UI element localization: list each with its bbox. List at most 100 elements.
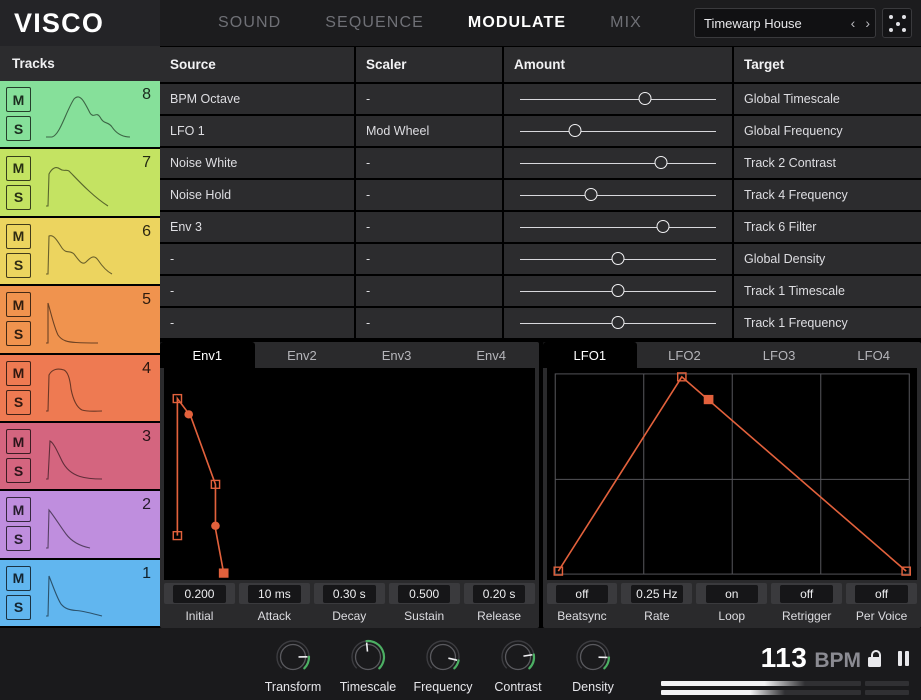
knob-frequency[interactable]: Frequency <box>418 635 468 694</box>
matrix-target-cell[interactable]: Track 6 Filter <box>734 212 921 242</box>
env-initial-field[interactable]: 0.200 <box>164 583 235 604</box>
matrix-source-cell[interactable]: Noise Hold <box>160 180 354 210</box>
knob-density[interactable]: Density <box>568 635 618 694</box>
mute-button-track-1[interactable]: M <box>6 566 31 591</box>
env-sustain-field[interactable]: 0.500 <box>389 583 460 604</box>
lfo-tab-lfo4[interactable]: LFO4 <box>826 342 921 368</box>
matrix-scaler-cell[interactable]: - <box>356 276 502 306</box>
matrix-target-cell[interactable]: Global Density <box>734 244 921 274</box>
solo-button-track-4[interactable]: S <box>6 390 31 415</box>
slider-handle[interactable] <box>568 124 581 137</box>
nav-item-sound[interactable]: SOUND <box>196 0 303 46</box>
track-row-7[interactable]: MS7 <box>0 149 160 217</box>
mute-button-track-6[interactable]: M <box>6 224 31 249</box>
dice-icon[interactable] <box>882 8 912 38</box>
track-row-8[interactable]: MS8 <box>0 81 160 149</box>
mute-button-track-5[interactable]: M <box>6 292 31 317</box>
solo-button-track-6[interactable]: S <box>6 253 31 278</box>
envelope-graph[interactable] <box>164 368 535 580</box>
track-row-1[interactable]: MS1 <box>0 560 160 628</box>
matrix-scaler-cell[interactable]: - <box>356 212 502 242</box>
matrix-scaler-cell[interactable]: - <box>356 244 502 274</box>
mute-button-track-8[interactable]: M <box>6 87 31 112</box>
mute-button-track-3[interactable]: M <box>6 429 31 454</box>
lfo-tab-lfo1[interactable]: LFO1 <box>543 342 638 368</box>
pause-icon[interactable] <box>898 651 909 666</box>
env-release-field[interactable]: 0.20 s <box>464 583 535 604</box>
matrix-source-cell[interactable]: - <box>160 276 354 306</box>
nav-item-mix[interactable]: MIX <box>588 0 664 46</box>
track-row-2[interactable]: MS2 <box>0 491 160 559</box>
matrix-source-cell[interactable]: Noise White <box>160 148 354 178</box>
track-row-6[interactable]: MS6 <box>0 218 160 286</box>
amount-slider[interactable] <box>504 244 732 274</box>
amount-slider[interactable] <box>504 180 732 210</box>
matrix-target-cell[interactable]: Track 1 Timescale <box>734 276 921 306</box>
solo-button-track-5[interactable]: S <box>6 321 31 346</box>
slider-handle[interactable] <box>612 316 625 329</box>
solo-button-track-3[interactable]: S <box>6 458 31 483</box>
mute-button-track-2[interactable]: M <box>6 497 31 522</box>
slider-handle[interactable] <box>584 188 597 201</box>
solo-button-track-1[interactable]: S <box>6 595 31 620</box>
matrix-scaler-cell[interactable]: Mod Wheel <box>356 116 502 146</box>
matrix-scaler-cell[interactable]: - <box>356 148 502 178</box>
matrix-scaler-cell[interactable]: - <box>356 84 502 114</box>
slider-handle[interactable] <box>655 156 668 169</box>
matrix-scaler-cell[interactable]: - <box>356 308 502 338</box>
amount-slider[interactable] <box>504 116 732 146</box>
solo-button-track-2[interactable]: S <box>6 526 31 551</box>
lfo-graph[interactable] <box>547 368 918 580</box>
chevron-left-icon[interactable]: ‹ <box>846 16 861 30</box>
matrix-source-cell[interactable]: LFO 1 <box>160 116 354 146</box>
slider-handle[interactable] <box>639 92 652 105</box>
preset-selector[interactable]: Timewarp House ‹ › <box>694 8 876 38</box>
matrix-target-cell[interactable]: Track 1 Frequency <box>734 308 921 338</box>
env-attack-field[interactable]: 10 ms <box>239 583 310 604</box>
matrix-source-cell[interactable]: Env 3 <box>160 212 354 242</box>
lfo-retrigger-field[interactable]: off <box>771 583 842 604</box>
track-row-3[interactable]: MS3 <box>0 423 160 491</box>
lfo-rate-field[interactable]: 0.25 Hz <box>621 583 692 604</box>
matrix-source-cell[interactable]: - <box>160 244 354 274</box>
matrix-target-cell[interactable]: Global Timescale <box>734 84 921 114</box>
track-row-5[interactable]: MS5 <box>0 286 160 354</box>
amount-slider[interactable] <box>504 212 732 242</box>
env-tab-env3[interactable]: Env3 <box>349 342 444 368</box>
env-tab-env4[interactable]: Env4 <box>444 342 539 368</box>
matrix-scaler-cell[interactable]: - <box>356 180 502 210</box>
track-row-4[interactable]: MS4 <box>0 355 160 423</box>
lfo-tab-lfo3[interactable]: LFO3 <box>732 342 827 368</box>
matrix-source-cell[interactable]: - <box>160 308 354 338</box>
unlocked-padlock-icon[interactable] <box>868 650 883 667</box>
env-tab-env1[interactable]: Env1 <box>160 342 255 368</box>
solo-button-track-7[interactable]: S <box>6 185 31 210</box>
amount-slider[interactable] <box>504 276 732 306</box>
solo-button-track-8[interactable]: S <box>6 116 31 141</box>
amount-slider[interactable] <box>504 148 732 178</box>
matrix-target-cell[interactable]: Track 4 Frequency <box>734 180 921 210</box>
slider-handle[interactable] <box>612 284 625 297</box>
lfo-beatsync-field[interactable]: off <box>547 583 618 604</box>
knob-transform[interactable]: Transform <box>268 635 318 694</box>
lfo-loop-field[interactable]: on <box>696 583 767 604</box>
matrix-source-cell[interactable]: BPM Octave <box>160 84 354 114</box>
amount-slider[interactable] <box>504 308 732 338</box>
matrix-target-cell[interactable]: Global Frequency <box>734 116 921 146</box>
amount-slider[interactable] <box>504 84 732 114</box>
knob-timescale[interactable]: Timescale <box>343 635 393 694</box>
env-tab-env2[interactable]: Env2 <box>255 342 350 368</box>
slider-handle[interactable] <box>612 252 625 265</box>
nav-item-sequence[interactable]: SEQUENCE <box>303 0 446 46</box>
mute-button-track-4[interactable]: M <box>6 361 31 386</box>
chevron-right-icon[interactable]: › <box>860 16 875 30</box>
slider-handle[interactable] <box>657 220 670 233</box>
knob-contrast[interactable]: Contrast <box>493 635 543 694</box>
nav-item-modulate[interactable]: MODULATE <box>446 0 588 46</box>
bpm-value[interactable]: 113 <box>761 642 808 674</box>
lfo-tab-lfo2[interactable]: LFO2 <box>637 342 732 368</box>
matrix-target-cell[interactable]: Track 2 Contrast <box>734 148 921 178</box>
env-decay-field[interactable]: 0.30 s <box>314 583 385 604</box>
lfo-per-voice-field[interactable]: off <box>846 583 917 604</box>
mute-button-track-7[interactable]: M <box>6 156 31 181</box>
